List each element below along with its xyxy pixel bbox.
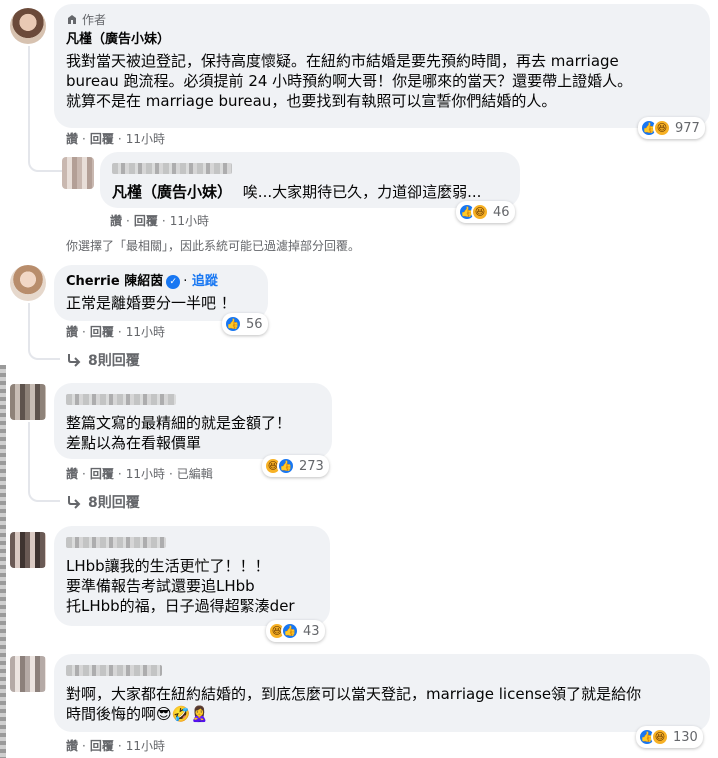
comment-author-placeholder	[66, 534, 318, 552]
comment-actions: 讚 · 回覆 · 11小時	[66, 738, 165, 754]
haha-reaction-icon: 😆	[651, 728, 669, 746]
reaction-summary[interactable]: 😆 👍 43	[266, 620, 325, 642]
thread-connector	[28, 150, 62, 172]
thread-line	[28, 46, 30, 156]
follow-button[interactable]: 追蹤	[192, 274, 218, 289]
timestamp[interactable]: 11小時	[126, 466, 165, 482]
comment-text-line: bureau 跑流程。必須提前 24 小時預約啊大哥！你是哪來的當天？還要帶上證…	[66, 72, 633, 90]
comment-text-line: 差點以為在看報價單	[66, 434, 202, 452]
mention-author[interactable]: 凡槿（廣告小妹）	[112, 183, 232, 201]
comment-bubble: 對啊，大家都在紐約結婚的，到底怎麼可以當天登記，marriage license…	[54, 654, 710, 732]
reaction-count: 46	[493, 204, 510, 220]
comment-text-line: 對啊，大家都在紐約結婚的，到底怎麼可以當天登記，marriage license…	[66, 685, 642, 703]
reaction-summary[interactable]: 👍 56	[222, 313, 268, 335]
like-reaction-icon: 👍	[281, 622, 299, 640]
thread-connector	[28, 482, 60, 502]
view-replies-label: 8則回覆	[88, 353, 140, 369]
comment-text-line: 就算不是在 marriage bureau，也要找到有執照可以宣誓你們結婚的人。	[66, 92, 557, 110]
avatar[interactable]	[62, 157, 94, 189]
left-edge-artifact	[0, 365, 6, 758]
reaction-count: 43	[303, 623, 320, 639]
like-reaction-icon: 👍	[224, 315, 242, 333]
comment-text-line: 整篇文寫的最精細的就是金額了！	[66, 414, 292, 432]
avatar[interactable]	[10, 265, 46, 301]
reaction-summary[interactable]: 😆 👍 273	[262, 455, 329, 477]
avatar[interactable]	[10, 8, 46, 44]
reply-message: 唉...大家期待已久，力道卻這麼弱...	[242, 183, 482, 201]
reply-author-placeholder	[112, 160, 508, 178]
reply-arrow-icon	[68, 354, 81, 367]
timestamp[interactable]: 11小時	[126, 131, 165, 147]
like-link[interactable]: 讚	[110, 213, 122, 229]
thread-line	[28, 422, 30, 490]
comment-actions: 讚 · 回覆 · 11小時	[110, 213, 209, 229]
comment-author-placeholder	[66, 662, 698, 680]
edited-label[interactable]: 已編輯	[177, 466, 213, 482]
like-link[interactable]: 讚	[66, 738, 78, 754]
avatar[interactable]	[10, 532, 46, 568]
verified-badge-icon: ✓	[166, 274, 181, 289]
author-badge-icon	[68, 15, 76, 24]
comment-actions: 讚 · 回覆 · 11小時 · 已編輯	[66, 466, 213, 482]
avatar[interactable]	[10, 384, 46, 420]
reaction-count: 130	[673, 729, 698, 745]
reply-link[interactable]: 回覆	[90, 324, 114, 340]
timestamp[interactable]: 11小時	[126, 324, 165, 340]
comment-author-line: Cherrie 陳紹茵 ✓ · 追蹤	[66, 273, 256, 291]
like-link[interactable]: 讚	[66, 131, 78, 147]
timestamp[interactable]: 11小時	[170, 213, 209, 229]
reply-link[interactable]: 回覆	[90, 131, 114, 147]
filter-notice: 你選擇了「最相關」，因此系統可能已過濾掉部分回覆。	[66, 239, 361, 253]
like-link[interactable]: 讚	[66, 324, 78, 340]
comment-actions: 讚 · 回覆 · 11小時	[66, 324, 165, 340]
view-replies-button[interactable]: 8則回覆	[66, 350, 140, 370]
author-badge-label: 作者	[82, 13, 107, 27]
author-badge: 作者	[66, 12, 698, 28]
thread-connector	[28, 340, 60, 360]
comment-text-line: LHbb讓我的生活更忙了！！！	[66, 557, 270, 575]
reaction-summary[interactable]: 👍 😆 46	[456, 201, 515, 223]
comment-text-line: 要準備報告考試還要追LHbb	[66, 577, 255, 595]
timestamp[interactable]: 11小時	[126, 738, 165, 754]
haha-reaction-icon: 😆	[471, 203, 489, 221]
comment-bubble: 整篇文寫的最精細的就是金額了！ 差點以為在看報價單	[54, 383, 332, 459]
view-replies-button[interactable]: 8則回覆	[66, 492, 140, 512]
reaction-summary[interactable]: 👍 😆 130	[636, 726, 703, 748]
comment-author[interactable]: Cherrie 陳紹茵	[66, 274, 163, 289]
comment-bubble: LHbb讓我的生活更忙了！！！ 要準備報告考試還要追LHbb 托LHbb的福，日…	[54, 526, 330, 626]
view-replies-label: 8則回覆	[88, 495, 140, 511]
haha-reaction-icon: 😆	[653, 119, 671, 137]
dot-separator: ·	[183, 274, 188, 289]
comment-text: 正常是離婚要分一半吧 ！	[66, 294, 236, 312]
comment-author-placeholder	[66, 391, 320, 409]
like-link[interactable]: 讚	[66, 466, 78, 482]
reply-link[interactable]: 回覆	[90, 738, 114, 754]
reply-link[interactable]: 回覆	[90, 466, 114, 482]
comment-text-line: 我對當天被迫登記，保持高度懷疑。在紐約市結婚是要先預約時間，再去 marriag…	[66, 52, 619, 70]
comment-text-line: 時間後悔的啊😎🤣🙎‍♀️	[66, 705, 209, 723]
reply-bubble: 凡槿（廣告小妹） 唉...大家期待已久，力道卻這麼弱...	[100, 152, 520, 208]
comment-actions: 讚 · 回覆 · 11小時	[66, 131, 165, 147]
reaction-count: 56	[246, 316, 263, 332]
comment-text-line: 托LHbb的福，日子過得超緊湊der	[66, 597, 295, 615]
avatar[interactable]	[10, 656, 46, 692]
like-reaction-icon: 👍	[277, 457, 295, 475]
reply-text: 凡槿（廣告小妹） 唉...大家期待已久，力道卻這麼弱...	[112, 182, 508, 202]
reaction-count: 273	[299, 458, 324, 474]
reaction-summary[interactable]: 👍 😆 977	[638, 117, 705, 139]
reply-arrow-icon	[68, 496, 81, 509]
comment-bubble: 作者 凡槿（廣告小妹） 我對當天被迫登記，保持高度懷疑。在紐約市結婚是要先預約時…	[54, 4, 710, 128]
comment-author[interactable]: 凡槿（廣告小妹）	[66, 31, 698, 49]
reply-link[interactable]: 回覆	[134, 213, 158, 229]
reaction-count: 977	[675, 120, 700, 136]
